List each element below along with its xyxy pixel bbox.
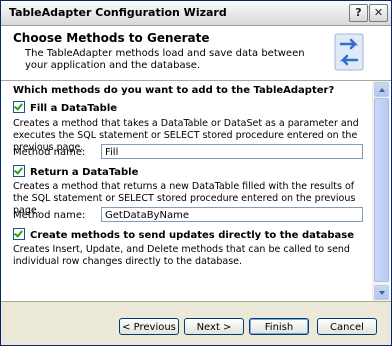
fill-datatable-option[interactable]: Fill a DataTable: [13, 101, 117, 114]
update-methods-checkbox[interactable]: [13, 228, 25, 240]
title-bar[interactable]: TableAdapter Configuration Wizard ? ✕: [1, 1, 391, 26]
fill-method-row: Method name: Fill: [13, 144, 369, 160]
fill-method-label: Method name:: [13, 147, 86, 158]
next-button[interactable]: Next >: [184, 318, 244, 335]
wizard-header: Choose Methods to Generate The TableAdap…: [1, 26, 391, 81]
return-method-row: Method name: GetDataByName: [13, 207, 369, 223]
vertical-scrollbar[interactable]: [372, 81, 390, 301]
finish-button[interactable]: Finish: [249, 318, 309, 335]
fill-datatable-checkbox[interactable]: [13, 101, 25, 113]
methods-panel: Which methods do you want to add to the …: [1, 81, 391, 301]
update-methods-description: Creates Insert, Update, and Delete metho…: [13, 244, 350, 267]
scroll-up-icon[interactable]: [374, 82, 389, 97]
page-description: The TableAdapter methods load and save d…: [25, 48, 305, 71]
methods-scroll-area[interactable]: Which methods do you want to add to the …: [7, 81, 371, 301]
wizard-window: TableAdapter Configuration Wizard ? ✕ Ch…: [0, 0, 392, 346]
scroll-down-icon[interactable]: [374, 285, 389, 300]
help-button[interactable]: ?: [349, 4, 368, 22]
update-methods-option[interactable]: Create methods to send updates directly …: [13, 228, 354, 241]
return-method-label: Method name:: [13, 210, 86, 221]
question-label: Which methods do you want to add to the …: [13, 85, 335, 96]
return-datatable-option[interactable]: Return a DataTable: [13, 165, 138, 178]
close-button[interactable]: ✕: [369, 4, 388, 22]
return-datatable-checkbox[interactable]: [13, 165, 25, 177]
return-method-input[interactable]: GetDataByName: [101, 207, 363, 222]
wizard-sync-icon: [334, 33, 364, 71]
fill-datatable-label: Fill a DataTable: [30, 103, 118, 114]
window-title: TableAdapter Configuration Wizard: [9, 6, 227, 19]
page-title: Choose Methods to Generate: [13, 31, 210, 45]
fill-method-input[interactable]: Fill: [101, 144, 363, 159]
previous-button[interactable]: < Previous: [119, 318, 179, 335]
update-methods-label: Create methods to send updates directly …: [30, 230, 355, 241]
cancel-button[interactable]: Cancel: [317, 318, 377, 335]
scroll-thumb[interactable]: [374, 98, 389, 282]
button-bar: < Previous Next > Finish Cancel: [1, 301, 391, 345]
return-datatable-label: Return a DataTable: [30, 167, 139, 178]
